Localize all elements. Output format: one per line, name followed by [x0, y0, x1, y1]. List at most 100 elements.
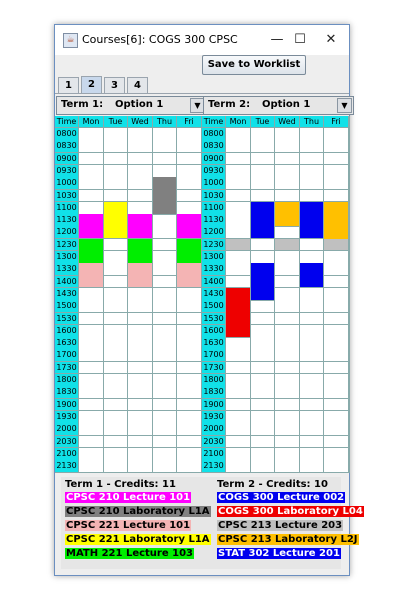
timetable-cell [226, 251, 251, 264]
timetable-cell [128, 361, 153, 375]
timetable-cell [79, 177, 104, 190]
timetable-cell [104, 177, 128, 190]
course-block[interactable] [153, 177, 177, 215]
timetable-cell [153, 312, 177, 326]
timetable-cell [251, 361, 275, 375]
timetable-cell [251, 423, 275, 436]
timetable-cell [300, 435, 324, 449]
time-label: 1500 [55, 300, 79, 313]
time-label: 0800 [202, 128, 226, 141]
legend-item: CPSC 213 Lecture 203 [217, 520, 344, 531]
chevron-down-icon[interactable]: ▼ [337, 98, 352, 113]
timetable-cell [104, 374, 128, 387]
timetable-cell [128, 410, 153, 424]
timetable-cell [177, 423, 202, 436]
term2-timetable: Time Mon Tue Wed Thu Fri 0800 0830 0900 0930 1000 1… [202, 116, 350, 473]
course-block[interactable] [275, 201, 300, 227]
timetable-cell [128, 164, 153, 178]
timetable-cell [226, 398, 251, 412]
course-block[interactable] [79, 263, 104, 289]
timetable-cell [177, 140, 202, 154]
legend-item: CPSC 210 Lecture 101 [65, 492, 192, 503]
term1-selector[interactable]: Term 1: Option 1 ▼ [56, 96, 207, 115]
save-to-worklist-button[interactable]: Save to Worklist [202, 55, 306, 75]
course-block[interactable] [300, 263, 324, 289]
timetable-cell [324, 447, 349, 461]
timetable-cell [324, 312, 349, 326]
timetable-cell [128, 386, 153, 400]
timetable-cell [104, 398, 128, 412]
course-block[interactable] [177, 214, 202, 240]
maximize-button[interactable]: ☐ [288, 30, 312, 50]
close-button[interactable]: ✕ [319, 30, 343, 50]
courses-window: ☕ Courses[6]: COGS 300 CPSC 210 C... — ☐… [54, 24, 364, 576]
timetable-cell [128, 447, 153, 461]
timetable-cell [275, 435, 300, 449]
timetable-cell [153, 251, 177, 264]
minimize-button[interactable]: — [265, 30, 289, 50]
timetable-cell [104, 337, 128, 350]
timetable-cell [79, 435, 104, 449]
timetable-cell [177, 374, 202, 387]
course-block[interactable] [251, 201, 275, 240]
timetable-cell [153, 435, 177, 449]
day-header: Mon [79, 116, 104, 128]
tab-option-4[interactable]: 4 [127, 77, 148, 94]
tab-option-1[interactable]: 1 [58, 77, 79, 94]
term2-selector[interactable]: Term 2: Option 1 ▼ [203, 96, 354, 115]
timetable-cell [153, 398, 177, 412]
timetable-cell [177, 435, 202, 449]
term2-credits: Term 2 - Credits: 10 [217, 479, 328, 490]
timetable-cell [251, 337, 275, 350]
course-block[interactable] [177, 238, 202, 264]
course-block[interactable] [275, 238, 300, 252]
timetable-cell [324, 349, 349, 363]
course-block[interactable] [104, 201, 128, 227]
timetable-cell [104, 324, 128, 338]
tab-option-3[interactable]: 3 [104, 77, 125, 94]
course-block[interactable] [79, 238, 104, 264]
timetable-cell [324, 251, 349, 264]
timetable-cell [300, 410, 324, 424]
timetable-cell [128, 140, 153, 154]
timetable-cell [104, 251, 128, 264]
timetable-cell [275, 300, 300, 313]
timetable-cell [251, 460, 275, 473]
timetable-cell [275, 324, 300, 338]
timetable-cell [104, 275, 128, 289]
course-block[interactable] [300, 201, 324, 240]
timetable-cell [300, 337, 324, 350]
timetable-cell [104, 460, 128, 473]
course-block[interactable] [104, 226, 128, 240]
course-block[interactable] [251, 263, 275, 301]
timetable-cell [128, 398, 153, 412]
course-block[interactable] [128, 214, 153, 240]
course-block[interactable] [79, 214, 104, 240]
course-block[interactable] [226, 287, 251, 338]
timetable-cell [79, 300, 104, 313]
timetable-cell [104, 164, 128, 178]
course-block[interactable] [324, 238, 349, 252]
timetable-cell [153, 275, 177, 289]
course-block[interactable] [226, 238, 251, 252]
day-header: Tue [104, 116, 128, 128]
time-label: 0900 [55, 152, 79, 166]
timetable-cell [324, 324, 349, 338]
time-label: 0800 [55, 128, 79, 141]
time-label: 1200 [55, 226, 79, 240]
timetable-cell [79, 287, 104, 301]
timetable-cell [226, 226, 251, 240]
tab-option-2[interactable]: 2 [81, 76, 102, 94]
timetable-cell [251, 312, 275, 326]
timetable-cell [128, 300, 153, 313]
timetable-cell [79, 128, 104, 141]
timetable-cell [275, 189, 300, 203]
day-header: Fri [177, 116, 202, 128]
course-block[interactable] [128, 238, 153, 264]
tab-divider [55, 93, 349, 94]
course-block[interactable] [177, 263, 202, 289]
timetable-cell [300, 251, 324, 264]
course-block[interactable] [128, 263, 153, 289]
timetable-cell [251, 189, 275, 203]
timetable-cell [177, 460, 202, 473]
